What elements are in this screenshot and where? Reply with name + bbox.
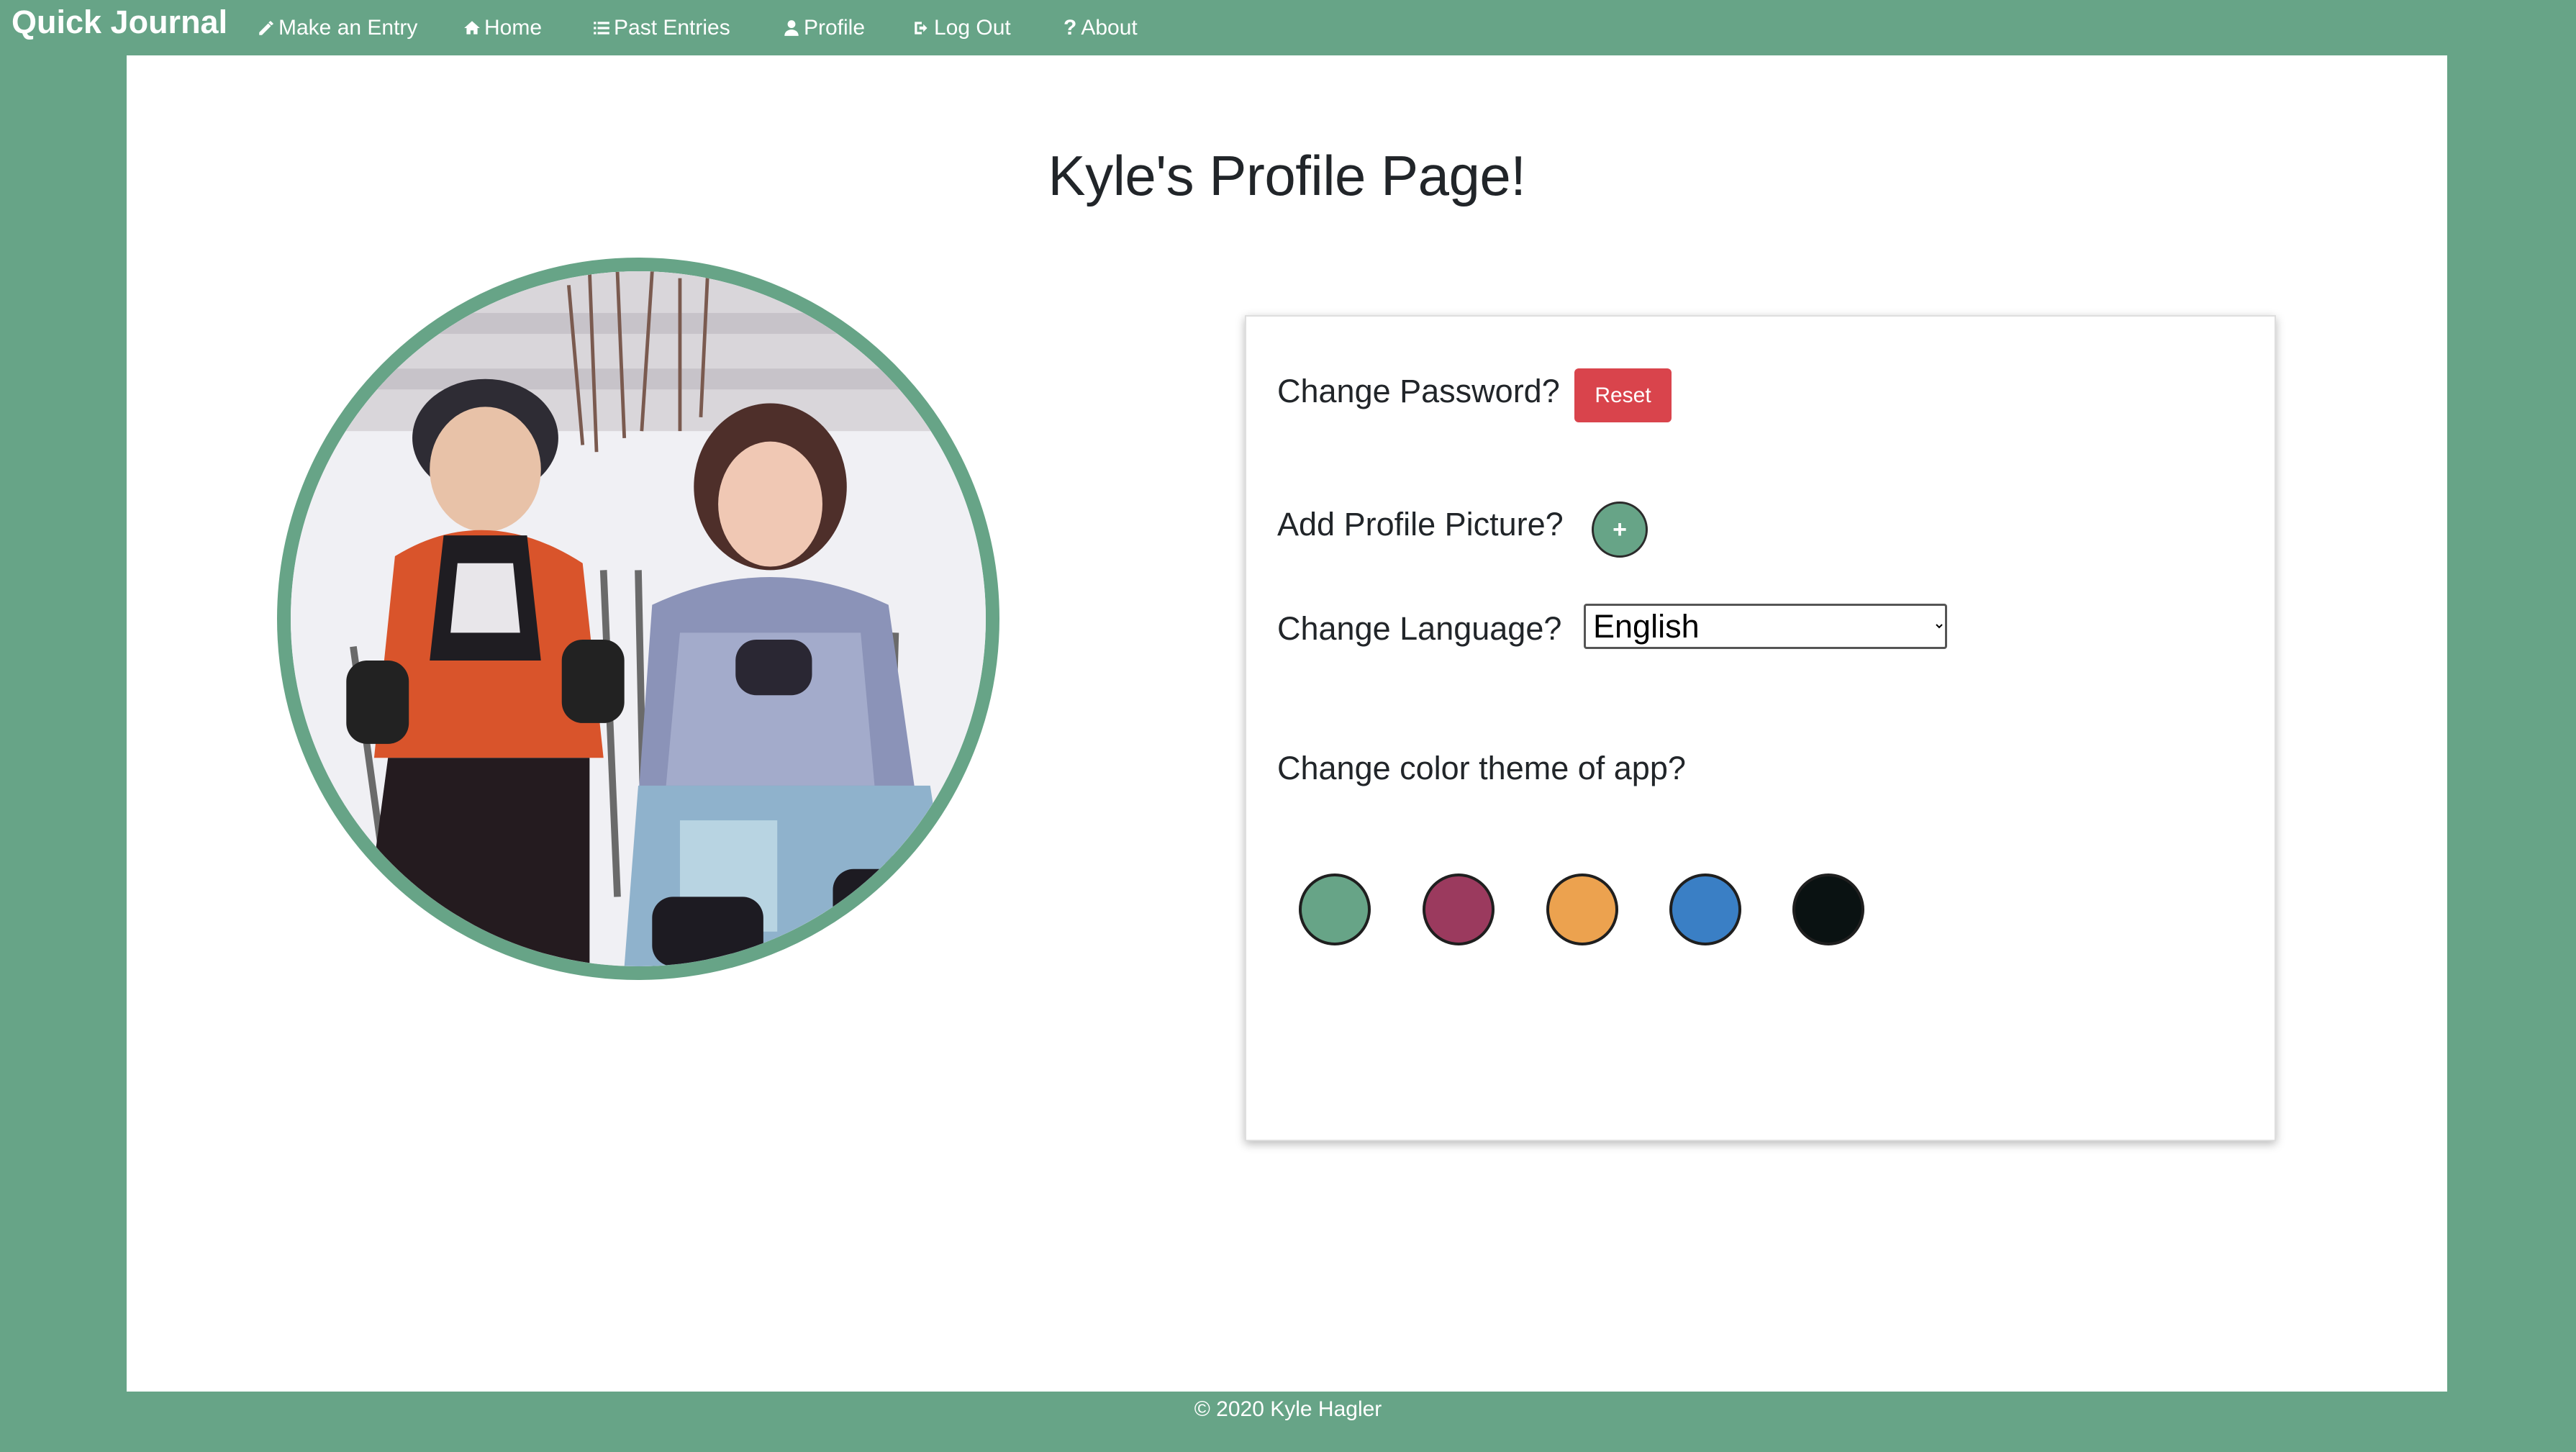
nav-home[interactable]: Home <box>463 0 542 56</box>
page-title: Kyle's Profile Page! <box>1048 144 1526 207</box>
nav-label: Profile <box>804 16 866 40</box>
nav-past-entries[interactable]: Past Entries <box>592 0 730 56</box>
theme-swatch-orange[interactable] <box>1546 874 1618 945</box>
question-icon: ? <box>1063 16 1077 40</box>
nav-label: Home <box>484 16 543 40</box>
plus-icon: + <box>1613 515 1627 543</box>
home-icon <box>464 21 480 35</box>
brand-logo[interactable]: Quick Journal <box>12 0 227 45</box>
list-icon <box>594 22 609 35</box>
theme-swatch-blue[interactable] <box>1669 874 1741 945</box>
profile-picture <box>277 258 999 980</box>
footer-copyright: © 2020 Kyle Hagler <box>1194 1397 1382 1421</box>
nav-profile[interactable]: Profile <box>782 0 865 56</box>
change-password-label: Change Password? <box>1277 373 1560 409</box>
settings-panel: Change Password? Reset Add Profile Pictu… <box>1245 315 2276 1141</box>
sign-out-icon <box>915 22 928 35</box>
theme-swatch-black[interactable] <box>1792 874 1864 945</box>
nav-label: About <box>1081 16 1138 40</box>
theme-swatch-maroon[interactable] <box>1423 874 1495 945</box>
change-theme-label: Change color theme of app? <box>1277 750 1686 786</box>
language-select[interactable]: English <box>1584 604 1947 649</box>
user-icon <box>784 20 799 36</box>
nav-about[interactable]: ? About <box>1063 0 1138 56</box>
change-language-label: Change Language? <box>1277 610 1562 647</box>
pencil-icon <box>259 21 273 35</box>
nav-make-entry[interactable]: Make an Entry <box>257 0 417 56</box>
reset-password-button[interactable]: Reset <box>1574 368 1672 422</box>
nav-label: Past Entries <box>614 16 730 40</box>
theme-swatch-green[interactable] <box>1299 874 1371 945</box>
nav-label: Log Out <box>934 16 1011 40</box>
nav-label: Make an Entry <box>278 16 418 40</box>
profile-photo <box>291 271 986 966</box>
nav-log-out[interactable]: Log Out <box>912 0 1011 56</box>
navbar: Quick Journal Make an Entry Home Past En… <box>0 0 2576 56</box>
add-profile-picture-label: Add Profile Picture? <box>1277 506 1564 543</box>
add-profile-picture-button[interactable]: + <box>1592 502 1648 558</box>
main-content: Kyle's Profile Page! Change Password? Re… <box>127 55 2447 1392</box>
